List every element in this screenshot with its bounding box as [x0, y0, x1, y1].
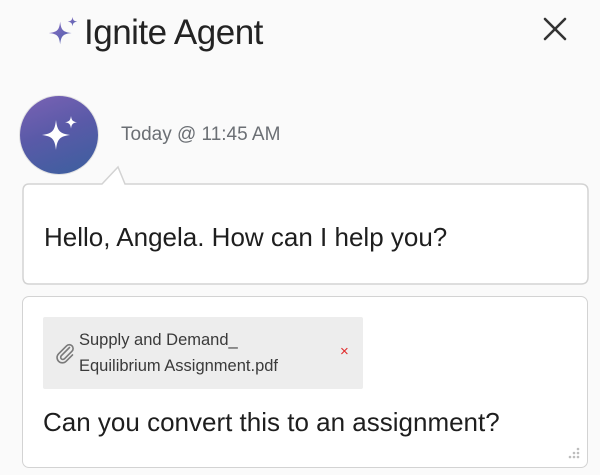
- message-composer[interactable]: Supply and Demand_ Equilibrium Assignmen…: [22, 296, 588, 468]
- attachment-name-line2: Equilibrium Assignment.pdf: [79, 357, 279, 375]
- agent-message-text: Hello, Angela. How can I help you?: [44, 222, 448, 252]
- attachment-name-line1: Supply and Demand_: [79, 331, 238, 349]
- close-icon[interactable]: [538, 12, 572, 46]
- attachment-file-name: Supply and Demand_ Equilibrium Assignmen…: [79, 327, 319, 379]
- agent-panel: Ignite Agent Today @ 11:45 AM Hello, Ang…: [0, 0, 600, 475]
- sparkle-icon: [48, 16, 78, 45]
- panel-header: Ignite Agent: [44, 8, 263, 58]
- sparkle-icon: [42, 116, 77, 150]
- panel-title: Ignite Agent: [84, 13, 263, 52]
- composer-text[interactable]: Can you convert this to an assignment?: [43, 407, 500, 438]
- resize-handle-icon[interactable]: [565, 446, 581, 462]
- agent-message-bubble: Hello, Angela. How can I help you?: [22, 160, 590, 288]
- remove-attachment-button[interactable]: ×: [340, 344, 349, 360]
- attachment-chip[interactable]: Supply and Demand_ Equilibrium Assignmen…: [43, 317, 363, 389]
- paperclip-icon: [56, 343, 74, 364]
- message-timestamp: Today @ 11:45 AM: [121, 124, 281, 145]
